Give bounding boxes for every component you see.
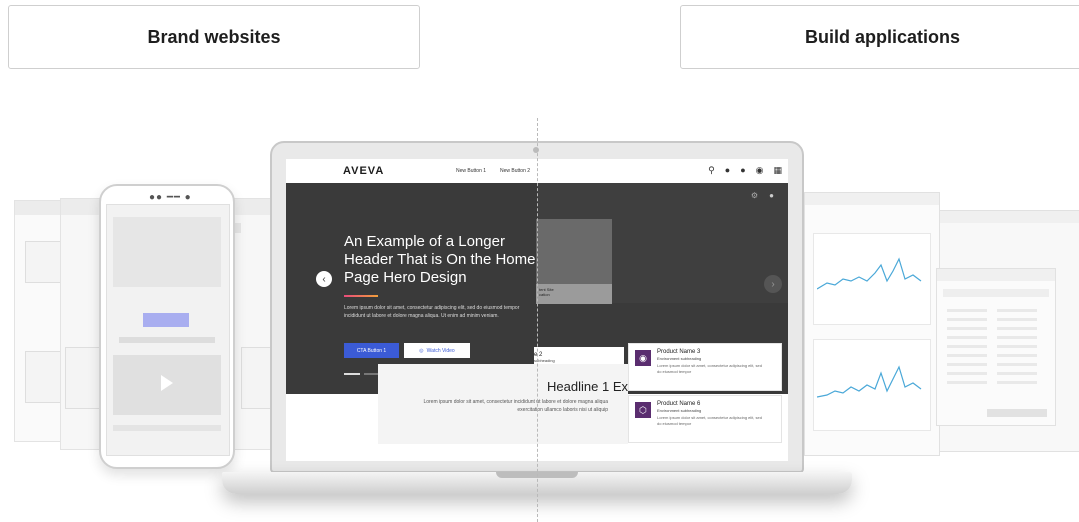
phone-screen (106, 204, 230, 456)
bell-icon[interactable]: ● (725, 165, 730, 176)
headline-title: Headline 1 Ex (547, 379, 628, 394)
product-title: Product Name 6 (657, 401, 701, 407)
nav-button-2[interactable]: New Button 2 (500, 168, 530, 174)
chevron-left-icon[interactable]: ‹ (316, 271, 332, 287)
product-subtitle: Environment subheading (657, 356, 702, 361)
nav-button-1[interactable]: New Button 1 (456, 168, 486, 174)
hero-body: Lorem ipsum dolor sit amet, consectetur … (344, 305, 520, 319)
phone-video-placeholder (113, 355, 221, 415)
product-body: Lorem ipsum dolor sit amet, consectetur … (657, 363, 762, 374)
search-icon[interactable]: ⚲ (708, 165, 715, 176)
aveva-logo[interactable]: AVEVA (343, 165, 384, 177)
trend-chart-bottom (817, 365, 922, 398)
brand-websites-button[interactable]: Brand websites (8, 5, 420, 69)
eye-icon: ◉ (635, 350, 651, 366)
split-divider (537, 118, 538, 522)
cta-button[interactable]: CTA Button 1 (344, 343, 399, 358)
watch-video-label: Watch Video (426, 347, 455, 354)
play-circle-icon: ◎ (419, 347, 424, 354)
product-title: Product Name 3 (657, 349, 701, 355)
play-icon (161, 375, 173, 391)
right-window-charts (804, 192, 940, 456)
hex-nodes-icon: ⬡ (635, 402, 651, 418)
phone-speaker: ●● ━━ ● (149, 192, 192, 203)
chevron-right-icon[interactable]: › (764, 275, 782, 293)
phone-button-placeholder (143, 313, 189, 327)
help-icon[interactable]: ● (769, 191, 774, 200)
hero-accent-rule (344, 295, 378, 297)
hero-title: An Example of a Longer Header That is On… (344, 233, 536, 286)
product-card-3[interactable]: ◉ Product Name 3 Environment subheading … (628, 343, 782, 391)
headline-body: Lorem ipsum dolor sit amet, consectetur … (423, 399, 608, 413)
gear-icon[interactable]: ⚙ (751, 191, 758, 200)
product-title: e 2 (534, 352, 543, 358)
apps-grid-icon[interactable]: ▦ (773, 165, 782, 176)
phone-mockup: ●● ━━ ● (99, 184, 235, 469)
laptop-camera (533, 147, 539, 153)
headline-card: Headline 1 Ex Lorem ipsum dolor sit amet… (378, 364, 628, 444)
product-subtitle: Environment subheading (657, 408, 702, 413)
pager-dot-active[interactable] (344, 373, 360, 375)
content-tile-label: tent Site cation (536, 284, 612, 304)
nav-icons: ⚲ ● ● ◉ ▦ (708, 165, 782, 176)
help-icon[interactable]: ● (740, 165, 745, 176)
product-body: Lorem ipsum dolor sit amet, consectetur … (657, 415, 762, 426)
cta-button-label: CTA Button 1 (356, 347, 387, 354)
brand-websites-label: Brand websites (147, 26, 281, 47)
right-window-form (936, 268, 1056, 426)
product-card-6[interactable]: ⬡ Product Name 6 Environment subheading … (628, 395, 782, 443)
watch-video-button[interactable]: ◎ Watch Video (404, 343, 470, 358)
account-icon[interactable]: ◉ (756, 165, 764, 176)
build-applications-label: Build applications (804, 26, 960, 47)
trend-chart-top (817, 257, 922, 290)
tile-label-line2: cation (539, 292, 550, 297)
build-applications-button[interactable]: Build applications (680, 5, 1079, 69)
